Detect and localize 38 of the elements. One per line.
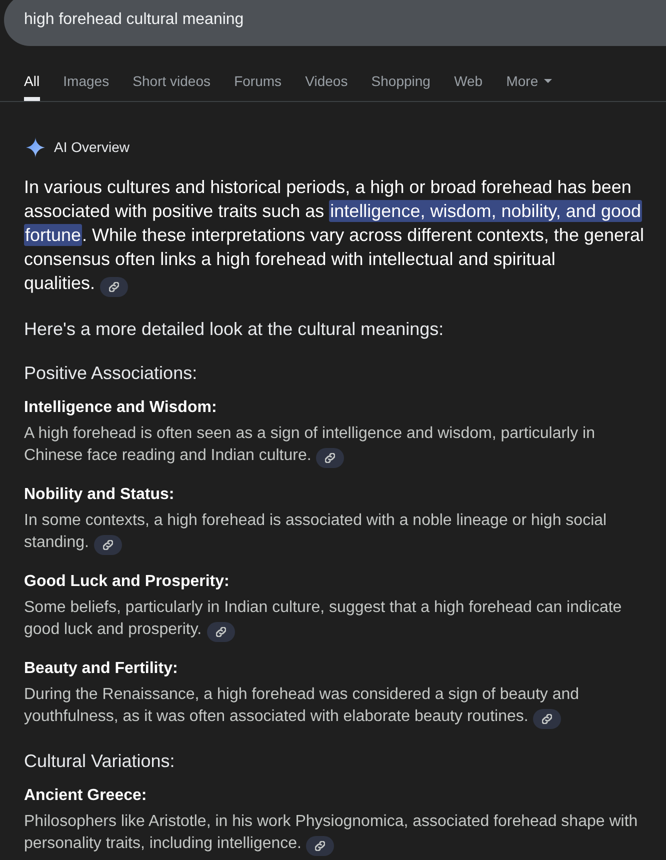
search-field[interactable]: high forehead cultural meaning — [4, 0, 666, 46]
tab[interactable]: Shopping — [371, 73, 430, 101]
section-heading: Cultural Variations: — [24, 750, 176, 773]
link-icon — [325, 453, 336, 463]
item-title: Ancient Greece: — [24, 786, 148, 806]
link-button[interactable] — [206, 622, 235, 642]
tab[interactable]: More — [506, 73, 552, 101]
tab[interactable]: Forums — [234, 73, 282, 101]
item-title: Nobility and Status: — [24, 485, 176, 505]
item-title: Beauty and Fertility: — [24, 659, 179, 679]
link-button[interactable] — [533, 709, 562, 729]
link-button[interactable] — [306, 836, 334, 856]
tab[interactable]: Images — [63, 73, 110, 101]
tab[interactable]: Web — [454, 73, 483, 101]
ai-overview-title: AI Overview — [54, 139, 130, 155]
link-icon — [542, 714, 552, 724]
item-description: Some beliefs, particularly in Indian culture, suggest that a high forehead can indicate good luck and prosperity. — [24, 597, 650, 642]
item-description: During the Renaissance, a high forehead was considered a sign of beauty and youthfulness, as it was often associated with elaborate beauty routines. — [24, 684, 650, 729]
link-icon — [109, 282, 120, 292]
link-icon — [315, 841, 326, 851]
sparkle-icon — [25, 136, 46, 158]
link-button[interactable] — [100, 277, 128, 297]
item-title: Intelligence and Wisdom: — [24, 398, 218, 418]
tab[interactable]: Videos — [305, 73, 348, 101]
tab[interactable]: Short videos — [132, 73, 210, 101]
section-heading: Positive Associations: — [24, 362, 198, 385]
link-button[interactable] — [316, 448, 344, 468]
item-description: In some contexts, a high forehead is associated with a noble lineage or high social standing. — [24, 510, 650, 555]
item-description: A high forehead is often seen as a sign of intelligence and wisdom, particularly in Chinese face reading and Indian culture. — [24, 423, 650, 468]
link-icon — [216, 627, 226, 637]
item-title: Good Luck and Prosperity: — [24, 572, 230, 592]
intro-text: Here's a more detailed look at the cultural meanings: — [24, 318, 445, 341]
caret-icon — [544, 79, 552, 83]
link-button[interactable] — [94, 535, 122, 555]
tab[interactable]: All — [24, 73, 40, 101]
link-icon — [102, 540, 113, 550]
item-description: Philosophers like Aristotle, in his work Physiognomica, associated forehead shape with personality traits, including intelligence. — [24, 811, 650, 856]
summary-text: In various cultures and historical periods, a high or broad forehead has been associated with positive traits such as intelligence, wisdom, nobility, and good fortune. While these interpretations vary across different contexts, the general consensus often links a high forehead with intellectual and spiritual qualities. — [24, 175, 650, 297]
